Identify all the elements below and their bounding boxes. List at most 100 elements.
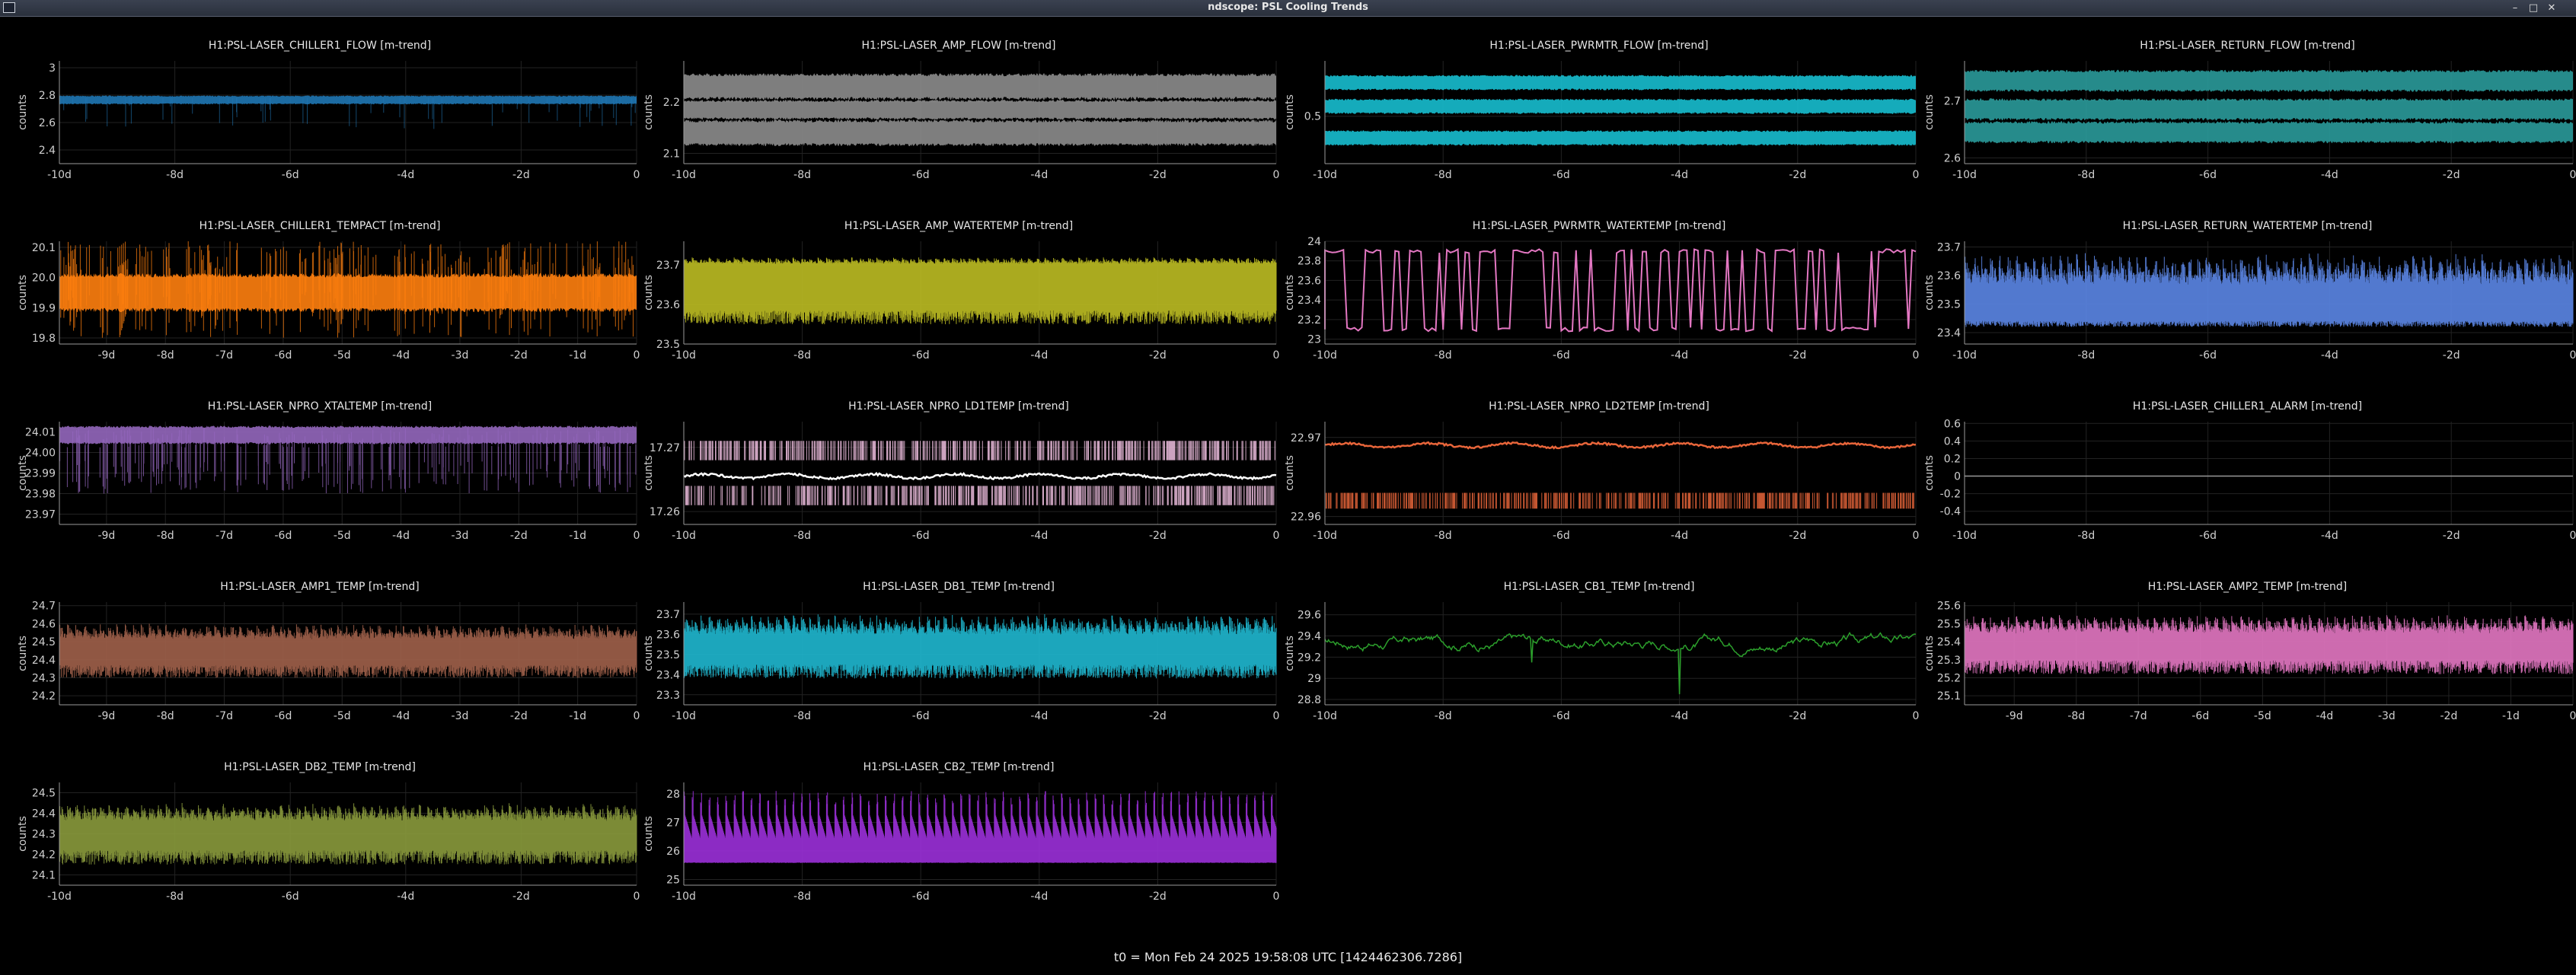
plot-panel[interactable]: H1:PSL-LASER_AMP1_TEMP [m-trend] -9d -8d -7… <box>0 558 640 738</box>
x-tick-label: -6d <box>282 891 299 903</box>
plot-panel[interactable]: H1:PSL-LASER_NPRO_XTALTEMP [m-trend] -9d -… <box>0 378 640 558</box>
y-tick-label: 20.0 <box>32 272 56 285</box>
y-tick-label: 24.7 <box>32 601 56 613</box>
y-tick-label: 23.97 <box>25 509 56 521</box>
x-tick-label: -2d <box>1149 530 1167 542</box>
y-tick-label: 23 <box>1307 334 1321 346</box>
y-axis-label: counts <box>17 816 29 852</box>
plot-panel[interactable]: H1:PSL-LASER_DB1_TEMP [m-trend] -10d -8d -6… <box>638 558 1279 738</box>
series-trace <box>683 614 1277 679</box>
y-tick-label: 24.01 <box>25 427 56 439</box>
plot-canvas[interactable]: -10d -8d -6d -4d -2d 017.2617.27counts <box>638 378 1279 558</box>
series-line <box>1325 441 1917 450</box>
y-tick-label: 23.4 <box>1298 295 1321 307</box>
plot-panel[interactable]: H1:PSL-LASER_AMP_FLOW [m-trend] -10d -8d -6… <box>638 17 1279 197</box>
plot-panel[interactable]: H1:PSL-LASER_AMP2_TEMP [m-trend] -9d -8d -7… <box>1919 558 2576 738</box>
plot-canvas[interactable]: -10d -8d -6d -4d -2d 02.42.62.83counts <box>0 17 640 197</box>
series-trace <box>683 441 1277 505</box>
plot-canvas[interactable]: -10d -8d -6d -4d -2d 0 2.6 2.7 counts <box>1919 17 2576 197</box>
y-tick-label: 23.6 <box>1298 275 1321 287</box>
plot-canvas[interactable]: -10d -8d -6d -4d -2d 022.9622.97counts <box>1279 378 1919 558</box>
plot-canvas[interactable]: -10d -8d -6d -4d -2d 0 25 26 27 28 counts <box>638 738 1279 919</box>
plot-canvas[interactable]: -10d -8d -6d -4d -2d 023.323.423.523.623.7cou… <box>638 558 1279 738</box>
y-axis-label: counts <box>1284 636 1296 671</box>
x-tick-label: -4d <box>392 349 410 362</box>
x-tick-label: -4d <box>1671 169 1688 181</box>
plot-panel[interactable]: H1:PSL-LASER_RETURN_WATERTEMP [m-trend] -… <box>1919 197 2576 378</box>
plot-panel[interactable]: H1:PSL-LASER_DB2_TEMP [m-trend] -10d -8d -6… <box>0 738 640 919</box>
plot-panel[interactable]: H1:PSL-LASER_CHILLER1_FLOW [m-trend] -10d… <box>0 17 640 197</box>
x-tick-label: -6d <box>274 530 292 542</box>
x-tick-label: -8d <box>157 530 174 542</box>
x-tick-label: -6d <box>274 349 292 362</box>
y-tick-label: 23.3 <box>656 690 680 702</box>
x-tick-label: -1d <box>569 349 586 362</box>
series-band <box>1965 98 2573 121</box>
x-tick-label: -9d <box>97 349 115 362</box>
x-tick-label: -8d <box>166 891 184 903</box>
plot-canvas[interactable]: -10d -8d -6d -4d -2d 028.82929.229.429.6count… <box>1279 558 1919 738</box>
x-tick-label: -8d <box>2077 530 2095 542</box>
x-tick-label: -2d <box>512 169 530 181</box>
y-tick-label: 23.7 <box>656 260 680 272</box>
maximize-button[interactable]: □ <box>2526 2 2541 15</box>
y-tick-label: 23.6 <box>656 629 680 641</box>
y-axis-label: counts <box>643 94 655 130</box>
x-tick-label: -4d <box>1671 530 1688 542</box>
plot-canvas[interactable]: -10d -8d -6d -4d -2d 0 23.4 23.5 23.6 23.7 counts <box>1919 197 2576 378</box>
y-tick-label: 24.3 <box>32 672 56 684</box>
x-tick-label: -2d <box>1149 169 1167 181</box>
plot-panel[interactable]: H1:PSL-LASER_CHILLER1_TEMPACT [m-trend] -… <box>0 197 640 378</box>
x-tick-label: -6d <box>1553 349 1570 362</box>
x-tick-label: -10d <box>1313 169 1337 181</box>
y-tick-label: 2.2 <box>663 97 680 109</box>
plot-panel[interactable]: H1:PSL-LASER_NPRO_LD2TEMP [m-trend] -10d -… <box>1279 378 1919 558</box>
y-axis-label: counts <box>1923 94 1936 130</box>
x-tick-label: -10d <box>1313 710 1337 722</box>
plot-panel[interactable]: H1:PSL-LASER_PWRMTR_FLOW [m-trend] -10d -8… <box>1279 17 1919 197</box>
x-tick-label: -7d <box>215 349 233 362</box>
plot-panel[interactable]: H1:PSL-LASER_PWRMTR_WATERTEMP [m-trend] -… <box>1279 197 1919 378</box>
plot-panel[interactable]: H1:PSL-LASER_CHILLER1_ALARM [m-trend] -10… <box>1919 378 2576 558</box>
y-axis-label: counts <box>17 94 29 130</box>
x-tick-label: -6d <box>1553 710 1570 722</box>
plot-panel[interactable]: H1:PSL-LASER_CB2_TEMP [m-trend] -10d -8d -6… <box>638 738 1279 919</box>
y-tick-label: 23.5 <box>1937 299 1961 311</box>
minimize-button[interactable]: – <box>2507 2 2523 15</box>
series-line <box>683 471 1277 481</box>
y-tick-label: 23.5 <box>656 649 680 661</box>
plot-canvas[interactable]: -10d -8d -6d -4d -2d 00.5counts <box>1279 17 1919 197</box>
plot-canvas[interactable]: -10d -8d -6d -4d -2d 024.124.224.324.424.5cou… <box>0 738 640 919</box>
plot-panel[interactable]: H1:PSL-LASER_NPRO_LD1TEMP [m-trend] -10d -… <box>638 378 1279 558</box>
plot-canvas[interactable]: -10d -8d -6d -4d -2d 02323.223.423.623.824cou… <box>1279 197 1919 378</box>
series-trace <box>1324 247 1917 333</box>
plot-panel[interactable]: H1:PSL-LASER_RETURN_FLOW [m-trend] -10d -8… <box>1919 17 2576 197</box>
series-band <box>1965 69 2573 92</box>
plot-canvas[interactable]: -9d -8d -7d -6d -5d -4d -3d -2d -1d 023.9723.9823… <box>0 378 640 558</box>
y-tick-label: 28 <box>666 789 680 801</box>
plot-canvas[interactable]: -10d -8d -6d -4d -2d 02.12.2counts <box>638 17 1279 197</box>
x-tick-label: -2d <box>1789 530 1806 542</box>
y-tick-label: 2.1 <box>663 148 680 161</box>
x-tick-label: -8d <box>793 349 811 362</box>
plot-canvas[interactable]: -9d -8d -7d -6d -5d -4d -3d -2d -1d 024.224.324.4… <box>0 558 640 738</box>
close-button[interactable]: ✕ <box>2544 2 2559 15</box>
x-tick-label: 0 <box>2570 169 2576 181</box>
y-tick-label: 19.9 <box>32 302 56 314</box>
x-tick-label: -10d <box>672 169 696 181</box>
x-tick-label: -4d <box>1671 349 1688 362</box>
plot-panel[interactable]: H1:PSL-LASER_CB1_TEMP [m-trend] -10d -8d -6… <box>1279 558 1919 738</box>
plot-canvas[interactable]: -10d -8d -6d -4d -2d 0 -0.4 -0.2 0 0.2 0.4 0.6 count… <box>1919 378 2576 558</box>
y-tick-label: 0.2 <box>1944 453 1961 465</box>
x-tick-label: -2d <box>1149 349 1167 362</box>
y-axis-label: counts <box>1284 455 1296 491</box>
y-tick-label: 19.8 <box>32 333 56 345</box>
plot-canvas[interactable]: -9d -8d -7d -6d -5d -4d -3d -2d -1d 019.819.920.0… <box>0 197 640 378</box>
plot-grid[interactable]: H1:PSL-LASER_CHILLER1_FLOW [m-trend] -10d… <box>0 17 2576 975</box>
x-tick-label: -6d <box>2199 530 2217 542</box>
y-tick-label: 2.7 <box>1944 96 1961 108</box>
plot-panel[interactable]: H1:PSL-LASER_AMP_WATERTEMP [m-trend] -10d… <box>638 197 1279 378</box>
plot-canvas[interactable]: -10d -8d -6d -4d -2d 023.523.623.7counts <box>638 197 1279 378</box>
y-tick-label: 24.3 <box>32 829 56 841</box>
plot-canvas[interactable]: -9d -8d -7d -6d -5d -4d -3d -2d -1d 0 25.1 25.2 25.3… <box>1919 558 2576 738</box>
